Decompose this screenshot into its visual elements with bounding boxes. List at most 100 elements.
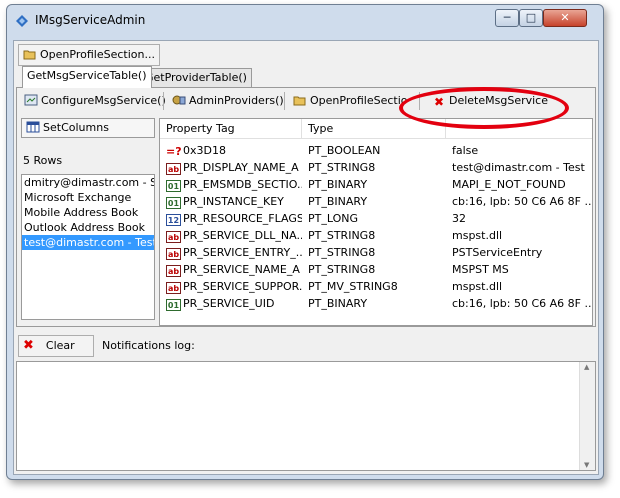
list-item[interactable]: Microsoft Exchange <box>22 190 154 205</box>
cell-type: PT_BOOLEAN <box>308 144 381 157</box>
tab-get-msg-service-table[interactable]: GetMsgServiceTable() <box>22 66 152 88</box>
app-icon <box>16 15 28 27</box>
folder-open-icon <box>23 50 36 60</box>
open-profile-section-button[interactable]: OpenProfileSection... <box>18 44 160 66</box>
clear-button[interactable]: ✖ Clear <box>18 335 94 357</box>
list-item[interactable]: Mobile Address Book <box>22 205 154 220</box>
table-row[interactable]: ab PR_SERVICE_SUPPOR... PT_MV_STRING8 mspst… <box>160 278 592 295</box>
string-icon: ab <box>166 248 181 260</box>
open-profile-section-label: OpenProfileSection... <box>40 48 155 61</box>
configure-label: ConfigureMsgService() <box>41 94 166 107</box>
clear-label: Clear <box>45 339 75 352</box>
cell-value: MAPI_E_NOT_FOUND <box>452 178 566 191</box>
open-profile-section-label: OpenProfileSectio <box>310 94 408 107</box>
maximize-icon: □ <box>525 11 537 24</box>
table-row[interactable]: 01 PR_SERVICE_UID PT_BINARY cb:16, lpb: 50 … <box>160 295 592 312</box>
cell-property-tag: =?0x3D18 <box>166 142 302 159</box>
configure-msg-service-button[interactable]: ConfigureMsgService() <box>21 90 170 112</box>
table-row[interactable]: ab PR_SERVICE_ENTRY_... PT_STRING8 PSTServi… <box>160 244 592 261</box>
table-row[interactable]: ab PR_DISPLAY_NAME_A PT_STRING8 test@dimast… <box>160 159 592 176</box>
property-tag-text: PR_DISPLAY_NAME_A <box>183 161 299 174</box>
property-tag-text: PR_INSTANCE_KEY <box>183 195 284 208</box>
table-row[interactable]: 01 PR_INSTANCE_KEY PT_BINARY cb:16, lpb: 50… <box>160 193 592 210</box>
list-item[interactable]: dmitry@dimastr.com - SLX <box>22 175 154 190</box>
cell-property-tag: 01 PR_EMSMDB_SECTIO... <box>166 176 302 193</box>
table-row[interactable]: ab PR_SERVICE_NAME_A PT_STRING8 MSPST MS <box>160 261 592 278</box>
string-icon: ab <box>166 265 181 277</box>
property-grid[interactable]: Property Tag Type =?0x3D18 PT_BOOLEAN fals… <box>159 118 593 326</box>
cell-type: PT_BINARY <box>308 178 368 191</box>
cell-property-tag: ab PR_SERVICE_ENTRY_... <box>166 244 302 261</box>
table-row[interactable]: =?0x3D18 PT_BOOLEAN false <box>160 142 592 159</box>
admin-providers-label: AdminProviders() <box>189 94 284 107</box>
log-scrollbar[interactable]: ▲ ▼ <box>579 362 595 470</box>
column-header-property-tag[interactable]: Property Tag <box>160 119 302 139</box>
cell-property-tag: ab PR_SERVICE_NAME_A <box>166 261 302 278</box>
row-count: 5 Rows <box>23 154 63 167</box>
set-columns-label: SetColumns <box>43 121 109 134</box>
cell-type: PT_LONG <box>308 212 358 225</box>
cell-type: PT_MV_STRING8 <box>308 280 398 293</box>
cell-property-tag: ab PR_DISPLAY_NAME_A <box>166 159 302 176</box>
service-list[interactable]: dmitry@dimastr.com - SLX Microsoft Excha… <box>21 174 155 320</box>
tab-label: GetMsgServiceTable() <box>27 69 147 82</box>
notifications-log[interactable]: ▲ ▼ <box>16 361 596 471</box>
clear-icon: ✖ <box>23 338 34 353</box>
cell-type: PT_BINARY <box>308 195 368 208</box>
cell-value: 32 <box>452 212 466 225</box>
admin-providers-button[interactable]: AdminProviders() <box>169 90 288 112</box>
list-item[interactable]: Outlook Address Book <box>22 220 154 235</box>
open-profile-section-tool-button[interactable]: OpenProfileSectio <box>290 90 411 112</box>
binary-icon: 01 <box>166 197 181 209</box>
toolbar-separator <box>284 92 285 110</box>
cell-type: PT_STRING8 <box>308 229 376 242</box>
binary-icon: 01 <box>166 299 181 311</box>
cell-property-tag: ab PR_SERVICE_SUPPOR... <box>166 278 302 295</box>
cell-value: test@dimastr.com - Test <box>452 161 585 174</box>
scroll-up-icon: ▲ <box>584 363 590 371</box>
cell-value: cb:16, lpb: 50 C6 A6 8F ... <box>452 195 592 208</box>
list-item-selected[interactable]: test@dimastr.com - Test <box>22 235 154 250</box>
bool-icon: =? <box>166 145 182 158</box>
cell-property-tag: 01 PR_SERVICE_UID <box>166 295 302 312</box>
cell-type: PT_STRING8 <box>308 246 376 259</box>
cell-value: mspst.dll <box>452 229 503 242</box>
folder-open-icon <box>293 96 306 106</box>
close-icon: ✕ <box>560 11 570 24</box>
scroll-down-icon: ▼ <box>584 461 590 469</box>
app-window: IMsgServiceAdmin ─ □ ✕ OpenProfileSectio… <box>6 4 604 480</box>
cell-value: PSTServiceEntry <box>452 246 543 259</box>
columns-icon <box>26 121 40 133</box>
property-tag-text: PR_SERVICE_DLL_NA... <box>183 229 302 242</box>
notifications-label: Notifications log: <box>102 339 195 352</box>
cell-property-tag: 01 PR_INSTANCE_KEY <box>166 193 302 210</box>
close-button[interactable]: ✕ <box>543 9 587 27</box>
toolbar-separator <box>163 92 164 110</box>
notifications-area: ✖ Clear Notifications log: ▲ ▼ <box>16 333 596 473</box>
cell-property-tag: ab PR_SERVICE_DLL_NA... <box>166 227 302 244</box>
services-pane: SetColumns 5 Rows dmitry@dimastr.com - S… <box>21 118 155 320</box>
window-title: IMsgServiceAdmin <box>35 13 146 27</box>
property-tag-text: PR_SERVICE_ENTRY_... <box>183 246 302 259</box>
string-icon: ab <box>166 231 181 243</box>
cell-type: PT_STRING8 <box>308 263 376 276</box>
red-annotation-ellipse <box>399 87 569 129</box>
table-row[interactable]: ab PR_SERVICE_DLL_NA... PT_STRING8 mspst.dl… <box>160 227 592 244</box>
table-row[interactable]: 01 PR_EMSMDB_SECTIO... PT_BINARY MAPI_E_NOT… <box>160 176 592 193</box>
property-tag-text: PR_SERVICE_UID <box>183 297 275 310</box>
cell-value: MSPST MS <box>452 263 509 276</box>
property-tag-text: PR_RESOURCE_FLAGS <box>183 212 302 225</box>
set-columns-button[interactable]: SetColumns <box>21 118 155 138</box>
property-tag-text: PR_SERVICE_SUPPOR... <box>183 280 302 293</box>
maximize-button[interactable]: □ <box>519 9 543 27</box>
title-bar[interactable]: IMsgServiceAdmin ─ □ ✕ <box>7 5 603 35</box>
cell-type: PT_STRING8 <box>308 161 376 174</box>
string-icon: ab <box>166 163 181 175</box>
tab-get-provider-table[interactable]: GetProviderTable() <box>140 68 252 88</box>
cell-value: cb:16, lpb: 50 C6 A6 8F ... <box>452 297 592 310</box>
table-row[interactable]: 12 PR_RESOURCE_FLAGS PT_LONG 32 <box>160 210 592 227</box>
cell-value: mspst.dll <box>452 280 503 293</box>
admin-providers-icon <box>172 95 186 105</box>
configure-icon <box>24 94 38 106</box>
minimize-button[interactable]: ─ <box>495 9 519 27</box>
